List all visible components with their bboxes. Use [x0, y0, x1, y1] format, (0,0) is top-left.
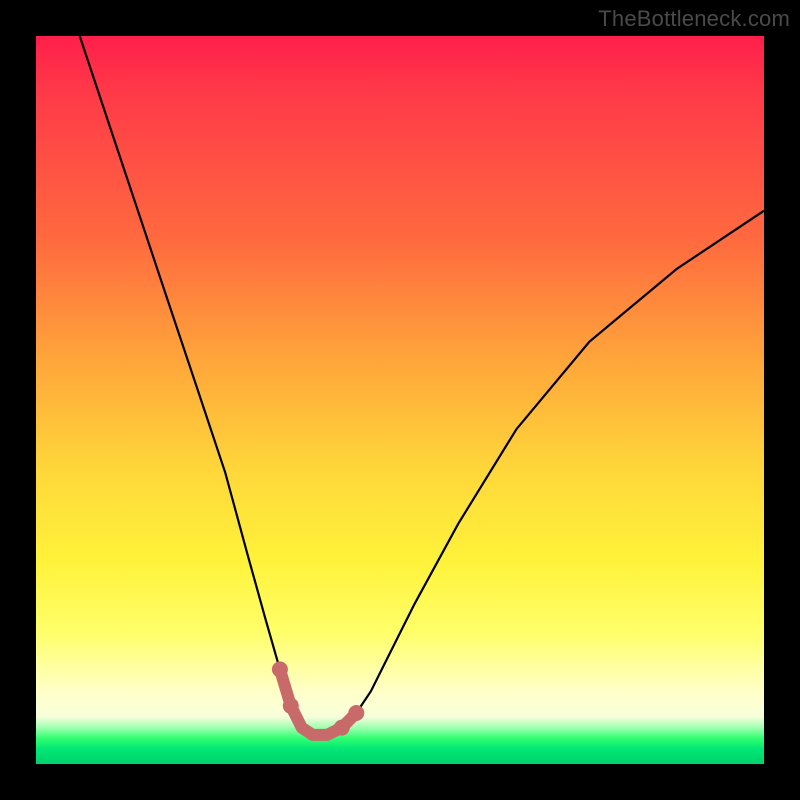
trough-dot [283, 698, 299, 714]
trough-dot [348, 705, 364, 721]
plot-area [36, 36, 764, 764]
watermark-text: TheBottleneck.com [598, 6, 790, 32]
chart-svg [36, 36, 764, 764]
trough-dot [272, 661, 288, 677]
trough-dot [334, 720, 350, 736]
bottleneck-curve [80, 36, 764, 735]
app-frame: TheBottleneck.com [0, 0, 800, 800]
